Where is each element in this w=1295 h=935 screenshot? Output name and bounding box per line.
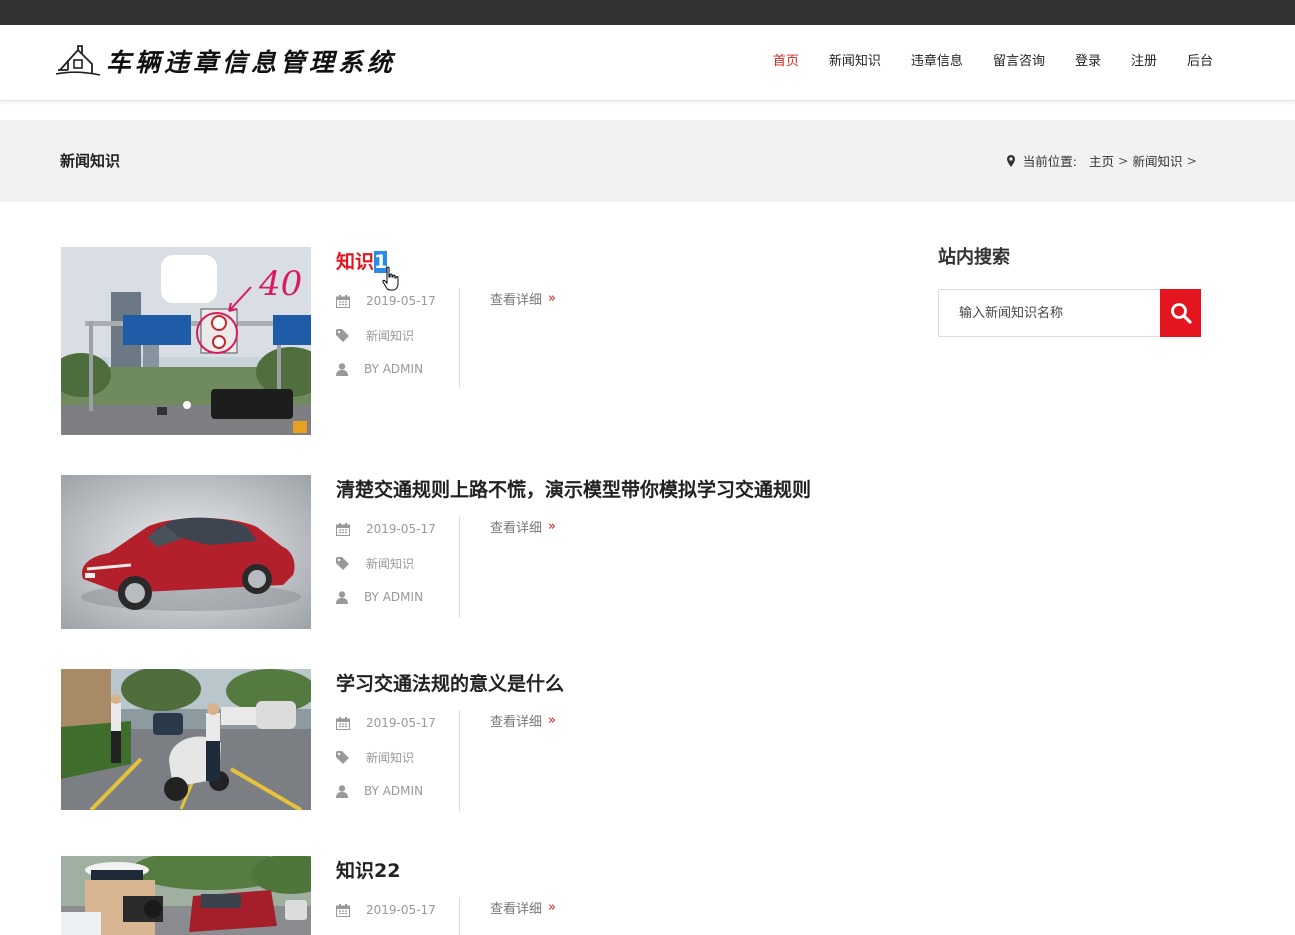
post-title[interactable]: 清楚交通规则上路不慌，演示模型带你模拟学习交通规则 xyxy=(336,475,811,502)
nav-item-home[interactable]: 首页 xyxy=(773,53,799,71)
page-title: 新闻知识 xyxy=(60,152,121,170)
house-logo-icon xyxy=(56,45,101,76)
calendar-icon xyxy=(336,294,350,308)
tag-icon xyxy=(336,328,349,342)
post-thumbnail-police-camera[interactable] xyxy=(61,856,311,935)
search-input[interactable] xyxy=(939,290,1162,336)
breadcrumb-home[interactable]: 主页 xyxy=(1089,151,1114,170)
nav-item-messages[interactable]: 留言咨询 xyxy=(993,53,1045,71)
breadcrumb-news[interactable]: 新闻知识 xyxy=(1133,151,1183,170)
post-title[interactable]: 知识1 xyxy=(336,247,388,274)
breadcrumb-separator: > xyxy=(1186,153,1197,168)
meta-divider xyxy=(459,710,460,812)
main-nav: 首页 新闻知识 违章信息 留言咨询 登录 注册 后台 xyxy=(743,53,1213,71)
breadcrumb-separator: > xyxy=(1118,153,1129,168)
post-item: 知识22 2019-05-17 查看详细» xyxy=(61,856,921,935)
tag-icon xyxy=(336,556,349,570)
post-author: BY ADMIN xyxy=(336,359,423,379)
view-details-link[interactable]: 查看详细» xyxy=(490,711,556,730)
post-title[interactable]: 学习交通法规的意义是什么 xyxy=(336,669,564,696)
search-box xyxy=(938,289,1201,337)
post-date: 2019-05-17 xyxy=(336,713,436,733)
post-date: 2019-05-17 xyxy=(336,291,436,311)
post-item: 学习交通法规的意义是什么 2019-05-17 新闻知识 BY ADMIN 查看… xyxy=(61,669,921,819)
search-icon xyxy=(1170,303,1192,324)
double-chevron-right-icon: » xyxy=(548,713,556,728)
user-icon xyxy=(336,590,348,604)
nav-item-violations[interactable]: 违章信息 xyxy=(911,53,963,71)
calendar-icon xyxy=(336,522,350,536)
post-author: BY ADMIN xyxy=(336,781,423,801)
double-chevron-right-icon: » xyxy=(548,519,556,534)
post-category: 新闻知识 xyxy=(336,325,414,345)
page-banner: 新闻知识 当前位置: 主页 > 新闻知识 > xyxy=(0,120,1295,202)
traffic-sign-image: 40 xyxy=(61,247,311,435)
police-camera-image xyxy=(61,856,311,935)
post-category: 新闻知识 xyxy=(336,553,414,573)
site-header: 车辆违章信息管理系统 首页 新闻知识 违章信息 留言咨询 登录 注册 后台 xyxy=(0,25,1295,101)
tag-icon xyxy=(336,750,349,764)
sidebar: 站内搜索 xyxy=(938,243,1201,337)
location-label: 当前位置: xyxy=(1022,154,1077,169)
traffic-police-image xyxy=(61,669,311,810)
nav-item-admin[interactable]: 后台 xyxy=(1187,53,1213,71)
post-thumbnail-traffic-police[interactable] xyxy=(61,669,311,810)
post-item: 清楚交通规则上路不慌，演示模型带你模拟学习交通规则 2019-05-17 新闻知… xyxy=(61,475,921,635)
map-pin-icon xyxy=(1006,154,1015,167)
red-car-model-image xyxy=(61,475,311,629)
user-icon xyxy=(336,362,348,376)
post-category: 新闻知识 xyxy=(336,747,414,767)
search-button[interactable] xyxy=(1160,289,1201,337)
view-details-link[interactable]: 查看详细» xyxy=(490,289,556,308)
view-details-link[interactable]: 查看详细» xyxy=(490,898,556,917)
post-title[interactable]: 知识22 xyxy=(336,856,400,883)
view-details-link[interactable]: 查看详细» xyxy=(490,517,556,536)
nav-item-register[interactable]: 注册 xyxy=(1131,53,1157,71)
nav-item-login[interactable]: 登录 xyxy=(1075,53,1101,71)
meta-divider xyxy=(459,516,460,618)
post-date: 2019-05-17 xyxy=(336,900,436,920)
site-logo[interactable]: 车辆违章信息管理系统 xyxy=(56,41,396,81)
sidebar-search-title: 站内搜索 xyxy=(938,247,1010,268)
hand-pointer-cursor-icon xyxy=(382,266,399,291)
logo-text: 车辆违章信息管理系统 xyxy=(106,48,397,77)
calendar-icon xyxy=(336,903,350,917)
meta-divider xyxy=(459,897,460,935)
double-chevron-right-icon: » xyxy=(548,291,556,306)
user-icon xyxy=(336,784,348,798)
calendar-icon xyxy=(336,716,350,730)
breadcrumb: 当前位置: 主页 > 新闻知识 > xyxy=(1006,151,1201,170)
svg-text:40: 40 xyxy=(258,264,302,304)
meta-divider xyxy=(459,288,460,388)
top-bar xyxy=(0,0,1295,25)
post-thumbnail-traffic-sign[interactable]: 40 xyxy=(61,247,311,435)
post-item: 40 知识1 2019-05-17 新闻知识 BY ADMIN 查看详细» xyxy=(61,247,921,437)
double-chevron-right-icon: » xyxy=(548,900,556,915)
nav-item-news[interactable]: 新闻知识 xyxy=(829,53,881,71)
post-date: 2019-05-17 xyxy=(336,519,436,539)
post-thumbnail-red-car[interactable] xyxy=(61,475,311,629)
post-author: BY ADMIN xyxy=(336,587,423,607)
